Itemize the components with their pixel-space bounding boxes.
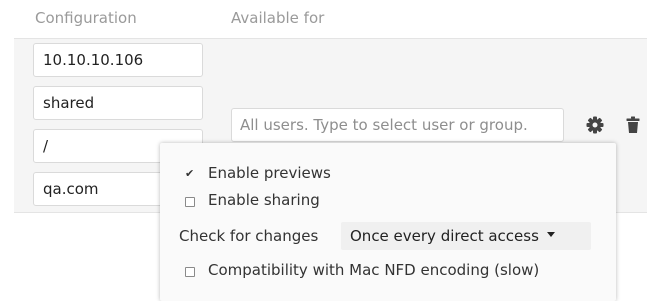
- mount-options-popup: Enable previews Enable sharing Check for…: [160, 143, 616, 301]
- enable-previews-label[interactable]: Enable previews: [208, 164, 331, 182]
- enable-sharing-checkbox[interactable]: [185, 197, 195, 207]
- caret-down-icon: [546, 232, 555, 237]
- trash-icon[interactable]: [626, 116, 640, 134]
- mac-nfd-checkbox[interactable]: [185, 267, 195, 277]
- check-for-changes-label: Check for changes: [179, 227, 319, 245]
- enable-sharing-label[interactable]: Enable sharing: [208, 191, 320, 209]
- check-for-changes-select[interactable]: Once every direct access: [341, 222, 591, 250]
- mac-nfd-label[interactable]: Compatibility with Mac NFD encoding (slo…: [208, 261, 539, 279]
- share-field[interactable]: shared: [33, 86, 203, 120]
- enable-previews-checkbox[interactable]: [185, 167, 195, 180]
- available-for-input[interactable]: All users. Type to select user or group.: [231, 108, 564, 142]
- column-header-available-for: Available for: [231, 9, 325, 27]
- column-header-configuration: Configuration: [35, 9, 137, 27]
- check-for-changes-value: Once every direct access: [350, 227, 539, 245]
- gear-icon[interactable]: [586, 116, 604, 134]
- host-field[interactable]: 10.10.10.106: [33, 43, 203, 77]
